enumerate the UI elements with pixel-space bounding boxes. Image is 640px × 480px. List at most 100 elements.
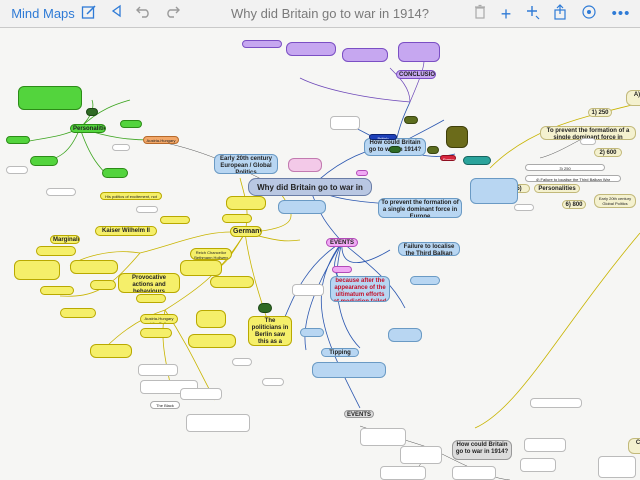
node-right-a[interactable]: A) bbox=[626, 90, 640, 106]
node-failure-balkan[interactable]: Failure to localise the Third Balkan War bbox=[398, 242, 460, 256]
node-olive-box[interactable] bbox=[446, 126, 468, 148]
node-british-cabinet[interactable]: British Cabinet bbox=[369, 134, 397, 140]
detail-box[interactable] bbox=[138, 364, 178, 376]
node-small-green[interactable] bbox=[6, 136, 30, 144]
node-small-yellow[interactable] bbox=[210, 276, 254, 288]
node-early-20th-century[interactable]: Early 20th century European / Global Pol… bbox=[214, 154, 278, 174]
detail-box[interactable] bbox=[514, 204, 534, 211]
node-germany[interactable]: Germany bbox=[230, 226, 262, 237]
node-small-lightblue[interactable] bbox=[300, 328, 324, 337]
node-because-after[interactable]: because after the appearance of the ulti… bbox=[330, 276, 390, 302]
detail-box[interactable] bbox=[112, 144, 130, 151]
node-small-yellow[interactable] bbox=[14, 260, 60, 280]
node-small-green[interactable] bbox=[102, 168, 128, 178]
focus-icon[interactable] bbox=[580, 4, 598, 24]
node-events[interactable]: EVENTS bbox=[326, 238, 358, 247]
detail-box[interactable] bbox=[186, 414, 250, 432]
detail-box[interactable] bbox=[292, 284, 324, 296]
detail-box[interactable] bbox=[262, 378, 284, 386]
trash-icon[interactable] bbox=[472, 4, 488, 24]
node-right-early[interactable]: Early 20th century Global Politics bbox=[594, 194, 636, 208]
node-france[interactable]: France bbox=[440, 155, 456, 161]
detail-box[interactable] bbox=[180, 388, 222, 400]
node-small-lightblue[interactable] bbox=[278, 200, 326, 214]
node-right-1[interactable]: 1) 250 bbox=[588, 108, 612, 117]
node-small-lightblue[interactable] bbox=[388, 328, 422, 342]
node-small-purple[interactable] bbox=[286, 42, 336, 56]
add-child-icon[interactable] bbox=[524, 4, 542, 24]
node-right-failure[interactable]: 4) Failure to localise the Third Balkan … bbox=[525, 175, 621, 182]
detail-box[interactable] bbox=[232, 358, 252, 366]
detail-box[interactable] bbox=[136, 206, 158, 213]
node-prevent-formation[interactable]: To prevent the formation of a single dom… bbox=[378, 198, 462, 218]
node-small-pink[interactable] bbox=[288, 158, 322, 172]
node-tipping-points[interactable]: Tipping Points bbox=[321, 348, 359, 357]
node-right-3[interactable]: 3) 250 bbox=[525, 164, 605, 171]
detail-box[interactable] bbox=[452, 466, 496, 480]
node-bethmann[interactable]: Reich Chancellor Bethmann Hollweg bbox=[190, 248, 232, 260]
detail-box[interactable] bbox=[580, 138, 596, 145]
detail-box[interactable] bbox=[520, 458, 556, 472]
node-small-yellow[interactable] bbox=[90, 344, 132, 358]
node-small-yellow[interactable] bbox=[70, 260, 118, 274]
detail-box[interactable] bbox=[400, 446, 442, 464]
node-small-lightblue[interactable] bbox=[312, 362, 386, 378]
node-small-olive[interactable] bbox=[427, 146, 439, 154]
central-node[interactable]: Why did Britain go to war in 1914? bbox=[248, 178, 372, 196]
node-events-2[interactable]: EVENTS bbox=[344, 410, 374, 418]
node-small-green[interactable] bbox=[120, 120, 142, 128]
node-right-personalities[interactable]: Personalities bbox=[534, 184, 580, 193]
node-small-purple[interactable] bbox=[398, 42, 440, 62]
mind-map-canvas[interactable]: Why did Britain go to war in 1914? Early… bbox=[0, 28, 640, 480]
node-small-magenta[interactable] bbox=[332, 266, 352, 273]
node-small-dark-green[interactable] bbox=[389, 146, 401, 153]
node-small-magenta[interactable] bbox=[356, 170, 368, 176]
node-kaiser-wilhelm[interactable]: Kaiser Wilhelm II bbox=[95, 226, 157, 236]
detail-box[interactable] bbox=[330, 116, 360, 130]
node-small-green[interactable] bbox=[30, 156, 58, 166]
node-small-yellow[interactable] bbox=[180, 260, 222, 276]
detail-box[interactable] bbox=[380, 466, 426, 480]
node-his-politics[interactable]: His politics of excitement, not Realpoli… bbox=[100, 192, 162, 200]
node-austria-balkans[interactable]: Austria-Hungary and the Balkans bbox=[140, 314, 178, 324]
node-small-yellow[interactable] bbox=[136, 294, 166, 303]
node-small-lightblue[interactable] bbox=[410, 276, 440, 285]
node-small-yellow[interactable] bbox=[40, 286, 74, 295]
edit-icon[interactable] bbox=[80, 4, 98, 24]
node-right-2[interactable]: 2) 600 bbox=[594, 148, 622, 157]
node-small-yellow[interactable] bbox=[60, 308, 96, 318]
undo-icon[interactable] bbox=[135, 4, 153, 24]
detail-box[interactable] bbox=[46, 188, 76, 196]
node-conclusion[interactable]: CONCLUSION bbox=[396, 70, 436, 79]
share-icon[interactable] bbox=[552, 4, 568, 24]
node-small-dark-green[interactable] bbox=[258, 303, 272, 313]
detail-box[interactable] bbox=[360, 428, 406, 446]
detail-box[interactable] bbox=[6, 166, 28, 174]
redo-icon[interactable] bbox=[163, 4, 181, 24]
node-right-800[interactable]: 6) 800 bbox=[562, 200, 586, 209]
node-small-yellow[interactable] bbox=[222, 214, 252, 223]
node-small-yellow[interactable] bbox=[160, 216, 190, 224]
more-icon[interactable]: ••• bbox=[610, 4, 632, 24]
play-back-icon[interactable] bbox=[108, 4, 124, 24]
node-small-purple[interactable] bbox=[342, 48, 388, 62]
back-button[interactable]: Mind Maps bbox=[8, 4, 78, 24]
node-teal[interactable] bbox=[463, 156, 491, 165]
node-small-dark-green[interactable] bbox=[86, 108, 98, 116]
node-austria-hungary[interactable]: Austria-Hungary bbox=[143, 136, 179, 144]
detail-box[interactable] bbox=[524, 438, 566, 452]
node-small-olive[interactable] bbox=[404, 116, 418, 124]
node-small-lightblue[interactable] bbox=[470, 178, 518, 204]
node-politicians-berlin[interactable]: The politicians in Berlin saw this as a … bbox=[248, 316, 292, 346]
detail-box[interactable] bbox=[598, 456, 636, 478]
node-small-yellow[interactable] bbox=[36, 246, 76, 256]
detail-box[interactable] bbox=[530, 398, 582, 408]
node-marginalia[interactable]: Marginalia bbox=[50, 235, 80, 244]
node-provocative-actions[interactable]: Provocative actions and behaviours bbox=[118, 273, 180, 293]
node-black-hand[interactable]: The Black Hand bbox=[150, 401, 180, 409]
node-right-c[interactable]: C bbox=[628, 438, 640, 454]
node-small-yellow[interactable] bbox=[90, 280, 116, 290]
node-how-could-britain-2[interactable]: How could Britain go to war in 1914? bbox=[452, 440, 512, 460]
node-small-yellow[interactable] bbox=[140, 328, 172, 338]
node-small-yellow[interactable] bbox=[188, 334, 236, 348]
